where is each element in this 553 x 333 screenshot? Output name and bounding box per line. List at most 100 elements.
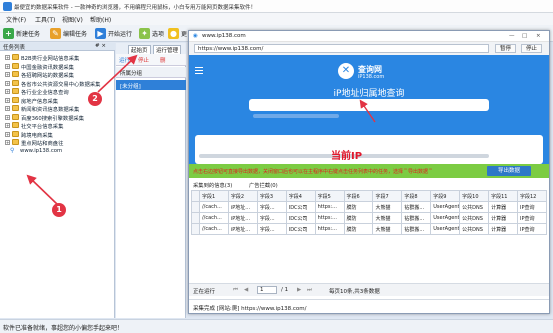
table-cell[interactable]: 公共DNS <box>459 223 490 235</box>
stop-button[interactable]: 停止 <box>521 44 542 53</box>
expand-icon[interactable]: + <box>5 63 10 69</box>
column-header[interactable]: 字段11 <box>488 190 518 202</box>
table-cell[interactable]: IP查询 <box>516 223 548 235</box>
url-input[interactable]: https://www.ip138.com/ <box>194 44 489 53</box>
column-header[interactable]: 字段12 <box>516 190 548 202</box>
table-cell[interactable]: 字段... <box>256 212 287 224</box>
stop-small-button[interactable]: 停止 <box>138 56 149 64</box>
export-data-button[interactable]: 导出数据 <box>487 166 531 176</box>
tab-start-page[interactable]: 起始页 <box>128 45 151 54</box>
table-cell[interactable]: //cach... <box>199 223 229 235</box>
table-cell[interactable]: 字段... <box>256 223 287 235</box>
table-cell[interactable]: https:... <box>314 201 345 213</box>
table-cell[interactable]: 钻群搬... <box>401 201 432 213</box>
tree-folder[interactable]: + 百度360搜索引擎数据采集 <box>0 113 115 122</box>
table-cell[interactable]: 计算器 <box>488 223 518 235</box>
menu-tools[interactable]: 工具(T) <box>35 15 55 24</box>
expand-icon[interactable]: + <box>5 89 10 94</box>
panel-controls[interactable]: # × <box>95 43 106 49</box>
table-cell[interactable]: IDC公司 <box>285 201 316 213</box>
table-cell[interactable]: 字段... <box>256 201 287 213</box>
table-cell[interactable]: 大熊猫 <box>372 212 403 224</box>
table-cell[interactable]: 膜防 <box>343 212 374 224</box>
table-cell[interactable]: 计算器 <box>488 212 518 224</box>
expand-icon[interactable]: + <box>5 140 10 145</box>
column-header[interactable]: 字段3 <box>256 190 287 202</box>
table-cell[interactable]: iP地址... <box>227 212 258 224</box>
delete-small-button[interactable]: 删 <box>160 56 166 64</box>
table-cell[interactable]: 膜防 <box>343 201 374 213</box>
tree-folder[interactable]: + 重点网站和商盘往 <box>0 138 115 147</box>
tree-folder[interactable]: + 跨境电商采集 <box>0 130 115 139</box>
menu-help[interactable]: 帮助(H) <box>90 15 111 24</box>
menu-file[interactable]: 文件(F) <box>6 15 26 24</box>
table-cell[interactable]: UserAgent <box>430 201 461 213</box>
row-header[interactable] <box>191 212 200 224</box>
table-cell[interactable]: 大熊猫 <box>372 201 403 213</box>
maximize-icon[interactable]: □ <box>522 33 527 39</box>
column-header[interactable]: 字段9 <box>430 190 461 202</box>
expand-icon[interactable]: + <box>5 97 10 103</box>
table-cell[interactable]: 公共DNS <box>459 212 490 224</box>
pause-button[interactable]: 暂停 <box>495 44 516 53</box>
ip-search-input[interactable] <box>249 99 489 111</box>
table-cell[interactable]: IP查询 <box>516 212 548 224</box>
tab-ad-block[interactable]: 广告拦截(0) <box>249 181 278 189</box>
expand-icon[interactable]: + <box>5 55 10 60</box>
table-cell[interactable]: 钻群搬... <box>401 223 432 235</box>
prev-page-icon[interactable]: ◀ <box>244 287 248 293</box>
row-header[interactable] <box>191 223 200 235</box>
expand-icon[interactable]: + <box>5 106 10 111</box>
next-page-icon[interactable]: ▶ <box>297 287 301 293</box>
options-button[interactable]: ✦ 选项 <box>139 27 164 40</box>
new-task-button[interactable]: + 新建任务 <box>3 27 40 40</box>
table-cell[interactable]: https:... <box>314 212 345 224</box>
table-row[interactable]: //cach... iP地址... 字段... IDC公司 https:... … <box>191 223 548 235</box>
tab-collected[interactable]: 采集到的信息(3) <box>193 181 232 189</box>
last-page-icon[interactable]: ⏭ <box>307 287 312 294</box>
table-cell[interactable]: IP查询 <box>516 201 548 213</box>
table-cell[interactable]: IDC公司 <box>285 212 316 224</box>
table-cell[interactable]: 计算器 <box>488 201 518 213</box>
table-cell[interactable]: UserAgent <box>430 223 461 235</box>
tree-task-item[interactable]: ⚲ www.ip138.com <box>0 147 115 156</box>
table-cell[interactable]: iP地址... <box>227 223 258 235</box>
edit-task-button[interactable]: ✎ 编辑任务 <box>50 27 87 40</box>
table-cell[interactable]: UserAgent <box>430 212 461 224</box>
column-header[interactable]: 字段2 <box>227 190 258 202</box>
run-button[interactable]: ▶ 开始运行 <box>95 27 132 40</box>
expand-icon[interactable]: + <box>5 131 10 137</box>
column-header[interactable]: 字段7 <box>372 190 403 202</box>
table-cell[interactable]: 钻群搬... <box>401 212 432 224</box>
tree-folder[interactable]: + 中国金融资讯数据采集 <box>0 62 115 71</box>
expand-icon[interactable]: + <box>5 123 10 128</box>
table-cell[interactable]: //cach... <box>199 212 229 224</box>
group-row-selected[interactable]: [未分组] <box>116 80 186 90</box>
table-cell[interactable]: IDC公司 <box>285 223 316 235</box>
menu-view[interactable]: 视图(V) <box>62 15 83 24</box>
run-small-button[interactable]: 运行 <box>119 56 130 64</box>
column-header[interactable]: 字段10 <box>459 190 490 202</box>
table-cell[interactable]: https:... <box>314 223 345 235</box>
expand-icon[interactable]: + <box>5 114 10 120</box>
close-icon[interactable]: × <box>536 33 541 39</box>
table-cell[interactable]: //cach... <box>199 201 229 213</box>
row-header[interactable] <box>191 201 200 213</box>
table-cell[interactable]: 膜防 <box>343 223 374 235</box>
tab-run-manager[interactable]: 运行管理 <box>153 45 182 54</box>
table-cell[interactable]: 公共DNS <box>459 201 490 213</box>
column-header[interactable]: 字段8 <box>401 190 432 202</box>
hamburger-menu-icon[interactable] <box>195 67 203 75</box>
more-button[interactable]: ● 更 <box>168 27 187 40</box>
tree-folder[interactable]: + 各招聘网站的数据采集 <box>0 70 115 79</box>
table-cell[interactable]: iP地址... <box>227 201 258 213</box>
tree-folder[interactable]: + 社交平台信息采集 <box>0 121 115 130</box>
table-cell[interactable]: 大熊猫 <box>372 223 403 235</box>
minimize-icon[interactable]: — <box>509 33 515 39</box>
tree-folder[interactable]: + B2B类行业网站信息采集 <box>0 53 115 62</box>
expand-icon[interactable]: + <box>5 80 10 86</box>
table-row[interactable]: //cach... iP地址... 字段... IDC公司 https:... … <box>191 201 548 213</box>
column-header[interactable]: 字段5 <box>314 190 345 202</box>
column-header[interactable]: 字段6 <box>343 190 374 202</box>
tree-folder[interactable]: + 各省市公共资源交易中心数据采集 <box>0 79 115 88</box>
